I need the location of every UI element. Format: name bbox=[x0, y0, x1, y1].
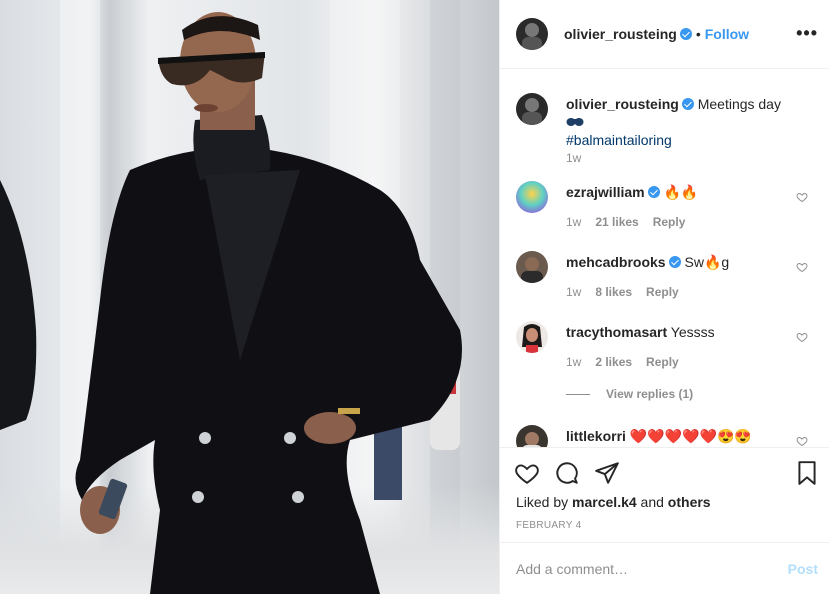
verified-badge-icon bbox=[668, 256, 681, 268]
comment-time[interactable]: 1w bbox=[566, 355, 581, 369]
verified-badge-icon bbox=[647, 186, 660, 198]
like-comment-heart-icon[interactable] bbox=[796, 261, 808, 273]
commenter-avatar[interactable] bbox=[516, 425, 548, 447]
reply-button[interactable]: Reply bbox=[653, 215, 686, 229]
more-options-icon[interactable]: ••• bbox=[796, 24, 818, 42]
comment-time[interactable]: 1w bbox=[566, 215, 581, 229]
fire-emoji-icon: 🔥🔥 bbox=[663, 184, 699, 200]
view-replies-button[interactable]: View replies (1) bbox=[566, 387, 693, 401]
like-heart-icon[interactable] bbox=[514, 460, 540, 486]
comment-item: littlekorri ❤️❤️❤️❤️❤️😍😍 bbox=[516, 425, 816, 447]
comments-list[interactable]: olivier_rousteing Meetings day #balmaint… bbox=[500, 69, 829, 447]
like-comment-heart-icon[interactable] bbox=[796, 191, 808, 203]
like-comment-heart-icon[interactable] bbox=[796, 435, 808, 447]
comment-likes[interactable]: 2 likes bbox=[595, 355, 632, 369]
post-photo[interactable] bbox=[0, 0, 499, 594]
instagram-post-modal: olivier_rousteing • Follow ••• olivier_rou… bbox=[0, 0, 829, 594]
follow-button[interactable]: Follow bbox=[705, 26, 749, 42]
liked-by-user[interactable]: marcel.k4 bbox=[572, 494, 637, 510]
comment-text: Yessss bbox=[670, 324, 715, 340]
sunglasses-emoji-icon bbox=[566, 118, 584, 126]
post-detail-panel: olivier_rousteing • Follow ••• olivier_rou… bbox=[499, 0, 829, 594]
post-header: olivier_rousteing • Follow ••• bbox=[500, 0, 829, 69]
add-comment-bar: Add a comment… Post bbox=[500, 542, 829, 594]
comment-likes[interactable]: 8 likes bbox=[595, 285, 632, 299]
liked-by-line: Liked by marcel.k4 and others bbox=[516, 494, 711, 510]
comment-username[interactable]: ezrajwilliam bbox=[566, 184, 645, 200]
commenter-avatar[interactable] bbox=[516, 321, 548, 353]
comment-username[interactable]: mehcadbrooks bbox=[566, 254, 666, 270]
separator-dot: • bbox=[695, 26, 701, 42]
caption-time[interactable]: 1w bbox=[566, 151, 581, 165]
like-comment-heart-icon[interactable] bbox=[796, 331, 808, 343]
post-comment-button[interactable]: Post bbox=[788, 561, 818, 577]
fire-emoji-icon: 🔥 bbox=[703, 254, 722, 270]
comment-bubble-icon[interactable] bbox=[554, 460, 580, 486]
save-bookmark-icon[interactable] bbox=[794, 460, 820, 486]
comment-username[interactable]: tracythomasart bbox=[566, 324, 667, 340]
author-avatar[interactable] bbox=[516, 18, 548, 50]
author-username[interactable]: olivier_rousteing bbox=[564, 26, 677, 42]
comment-item: ezrajwilliam 🔥🔥 1w 21 likes Reply bbox=[516, 181, 816, 231]
caption-hashtag[interactable]: #balmaintailoring bbox=[566, 132, 672, 148]
caption-username[interactable]: olivier_rousteing bbox=[566, 96, 679, 112]
verified-badge-icon bbox=[679, 28, 692, 40]
commenter-avatar[interactable] bbox=[516, 251, 548, 283]
share-paper-plane-icon[interactable] bbox=[594, 460, 620, 486]
heart-emoji-icon: ❤️❤️❤️❤️❤️😍😍 bbox=[629, 428, 752, 444]
reply-button[interactable]: Reply bbox=[646, 355, 679, 369]
comment-item: tracythomasart Yessss 1w 2 likes Reply bbox=[516, 321, 816, 371]
caption-avatar[interactable] bbox=[516, 93, 548, 125]
add-comment-input[interactable]: Add a comment… bbox=[516, 561, 628, 577]
caption: olivier_rousteing Meetings day #balmaint… bbox=[516, 93, 816, 165]
commenter-avatar[interactable] bbox=[516, 181, 548, 213]
verified-badge-icon bbox=[681, 98, 694, 110]
comment-time[interactable]: 1w bbox=[566, 285, 581, 299]
comment-item: mehcadbrooks Sw🔥g 1w 8 likes Reply bbox=[516, 251, 816, 301]
post-date[interactable]: FEBRUARY 4 bbox=[516, 520, 581, 531]
comment-likes[interactable]: 21 likes bbox=[595, 215, 638, 229]
comment-text: Sw🔥g bbox=[684, 254, 730, 270]
reply-button[interactable]: Reply bbox=[646, 285, 679, 299]
photo-figure bbox=[0, 12, 463, 594]
liked-by-others[interactable]: others bbox=[668, 494, 711, 510]
caption-text: Meetings day bbox=[697, 96, 781, 112]
comment-username[interactable]: littlekorri bbox=[566, 428, 626, 444]
